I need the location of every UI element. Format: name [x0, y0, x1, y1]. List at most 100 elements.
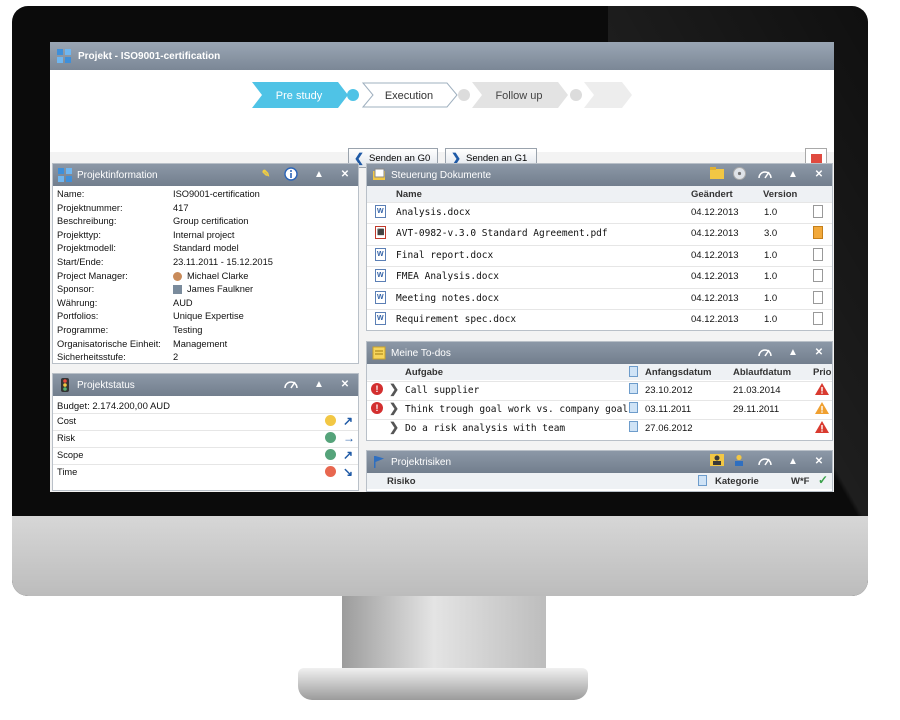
word-file-icon: W	[375, 205, 386, 218]
risk-people-icon[interactable]	[709, 454, 725, 470]
close-icon[interactable]: ✕	[337, 377, 353, 393]
col-category[interactable]: Kategorie	[715, 476, 759, 487]
risks-header: Projektrisiken ▲ ✕	[367, 451, 832, 473]
todos-panel: Meine To-dos ▲ ✕ Aufgabe Anfangsdatum Ab…	[366, 341, 833, 441]
status-label: Cost	[57, 416, 77, 426]
status-indicator	[325, 415, 336, 426]
documents-column-header: Name Geändert Version	[367, 186, 832, 202]
chevron-right-icon[interactable]: ❯	[389, 420, 399, 434]
file-type-glyph: W	[377, 272, 384, 280]
chart-icon[interactable]	[283, 377, 299, 393]
budget-text: Budget: 2.174.200,00 AUD	[57, 401, 171, 412]
workflow-panel: Pre study Execution Follow up ❮ Senden a…	[50, 70, 834, 170]
edit-pencil-icon[interactable]: ✎	[258, 167, 274, 183]
project-title: Projekt - ISO9001-certification	[78, 51, 221, 62]
status-label: Scope	[57, 450, 84, 460]
priority-warning-icon	[815, 421, 829, 436]
collapse-icon[interactable]: ▲	[311, 167, 327, 183]
close-icon[interactable]: ✕	[337, 167, 353, 183]
alert-icon: !	[371, 402, 383, 414]
documents-title: Steuerung Dokumente	[391, 170, 492, 181]
calendar-icon	[629, 366, 638, 377]
risks-title: Projektrisiken	[391, 457, 452, 468]
todo-task[interactable]: Call supplier	[405, 385, 479, 396]
document-status-icon	[813, 226, 823, 240]
info-icon[interactable]	[283, 167, 299, 183]
file-type-glyph: W	[377, 293, 384, 301]
col-prio[interactable]: Prio	[813, 367, 831, 378]
project-app-icon	[57, 49, 71, 63]
info-value: Testing	[173, 325, 203, 335]
document-name[interactable]: FMEA Analysis.docx	[396, 271, 499, 282]
document-changed: 04.12.2013	[691, 292, 739, 304]
close-icon[interactable]: ✕	[811, 167, 827, 183]
col-changed[interactable]: Geändert	[691, 189, 733, 200]
trend-arrow-icon: ↗	[343, 448, 354, 462]
person-icon[interactable]	[731, 454, 747, 470]
col-wf[interactable]: W*F	[791, 476, 809, 487]
project-status-header: Projektstatus ▲ ✕	[53, 374, 358, 396]
document-status-icon	[813, 269, 823, 283]
chevron-right-icon[interactable]: ❯	[389, 382, 399, 396]
document-name[interactable]: AVT-0982-v.3.0 Standard Agreement.pdf	[396, 228, 608, 239]
col-start[interactable]: Anfangsdatum	[645, 367, 712, 378]
status-indicator	[325, 466, 336, 477]
col-version[interactable]: Version	[763, 189, 797, 200]
collapse-icon[interactable]: ▲	[785, 167, 801, 183]
document-version: 1.0	[764, 292, 778, 304]
document-name[interactable]: Analysis.docx	[396, 207, 470, 218]
row-divider	[53, 464, 358, 465]
workflow-dot-3	[570, 89, 582, 101]
todo-start-date: 23.10.2012	[645, 385, 693, 396]
info-value: Internal project	[173, 229, 235, 240]
chart-icon[interactable]	[757, 454, 773, 470]
collapse-icon[interactable]: ▲	[785, 345, 801, 361]
row-divider	[53, 430, 358, 431]
word-file-icon: W	[375, 290, 386, 304]
chart-icon[interactable]	[757, 167, 773, 183]
todo-task[interactable]: Do a risk analysis with team	[405, 423, 565, 434]
calendar-icon	[629, 421, 638, 432]
col-end[interactable]: Ablaufdatum	[733, 367, 791, 378]
info-value: AUD	[173, 297, 193, 308]
info-value: 2	[173, 352, 179, 363]
collapse-icon[interactable]: ▲	[311, 377, 327, 393]
monitor-stand-neck	[342, 596, 546, 674]
cd-icon[interactable]	[731, 167, 747, 183]
document-version: 1.0	[764, 271, 778, 283]
document-changed: 04.12.2013	[691, 207, 739, 218]
todos-header: Meine To-dos ▲ ✕	[367, 342, 832, 364]
col-task[interactable]: Aufgabe	[405, 367, 443, 378]
document-status-icon	[813, 312, 823, 325]
document-name[interactable]: Final report.docx	[396, 250, 493, 261]
app-screen: Projekt - ISO9001-certification Pre stud…	[50, 42, 834, 492]
document-name[interactable]: Meeting notes.docx	[396, 293, 499, 304]
project-status-panel: Projektstatus ▲ ✕ Budget: 2.174.200,00 A…	[52, 373, 359, 491]
todo-start-date: 03.11.2011	[645, 404, 692, 415]
monitor-chin	[12, 516, 868, 596]
document-version: 1.0	[764, 314, 778, 325]
check-icon: ✓	[818, 473, 829, 487]
col-risk[interactable]: Risiko	[387, 476, 416, 487]
close-icon[interactable]: ✕	[811, 345, 827, 361]
info-key: Projektnummer:	[57, 202, 123, 213]
close-icon[interactable]: ✕	[811, 454, 827, 470]
document-status-icon	[813, 205, 823, 218]
chart-icon[interactable]	[757, 345, 773, 361]
workflow-step-execution-label: Execution	[384, 90, 434, 102]
col-name[interactable]: Name	[396, 189, 422, 200]
info-key: Organisatorische Einheit:	[57, 338, 161, 349]
folder-icon[interactable]	[709, 167, 725, 183]
word-file-icon: W	[375, 312, 386, 325]
project-info-panel: Projektinformation ✎ ▲ ✕ Name: ISO9001-ce…	[52, 163, 359, 364]
traffic-light-icon	[61, 378, 69, 392]
todo-task[interactable]: Think trough goal work vs. company goals	[405, 404, 634, 415]
risks-panel: Projektrisiken ▲ ✕ Risiko Kategorie W*F …	[366, 450, 833, 492]
collapse-icon[interactable]: ▲	[785, 454, 801, 470]
chevron-right-icon[interactable]: ❯	[389, 401, 399, 415]
word-file-icon: W	[375, 247, 386, 261]
todos-column-header: Aufgabe Anfangsdatum Ablaufdatum Prio	[367, 364, 832, 380]
document-name[interactable]: Requirement spec.docx	[396, 314, 516, 325]
documents-header: Steuerung Dokumente ▲ ✕	[367, 164, 832, 186]
document-version: 1.0	[764, 207, 778, 218]
